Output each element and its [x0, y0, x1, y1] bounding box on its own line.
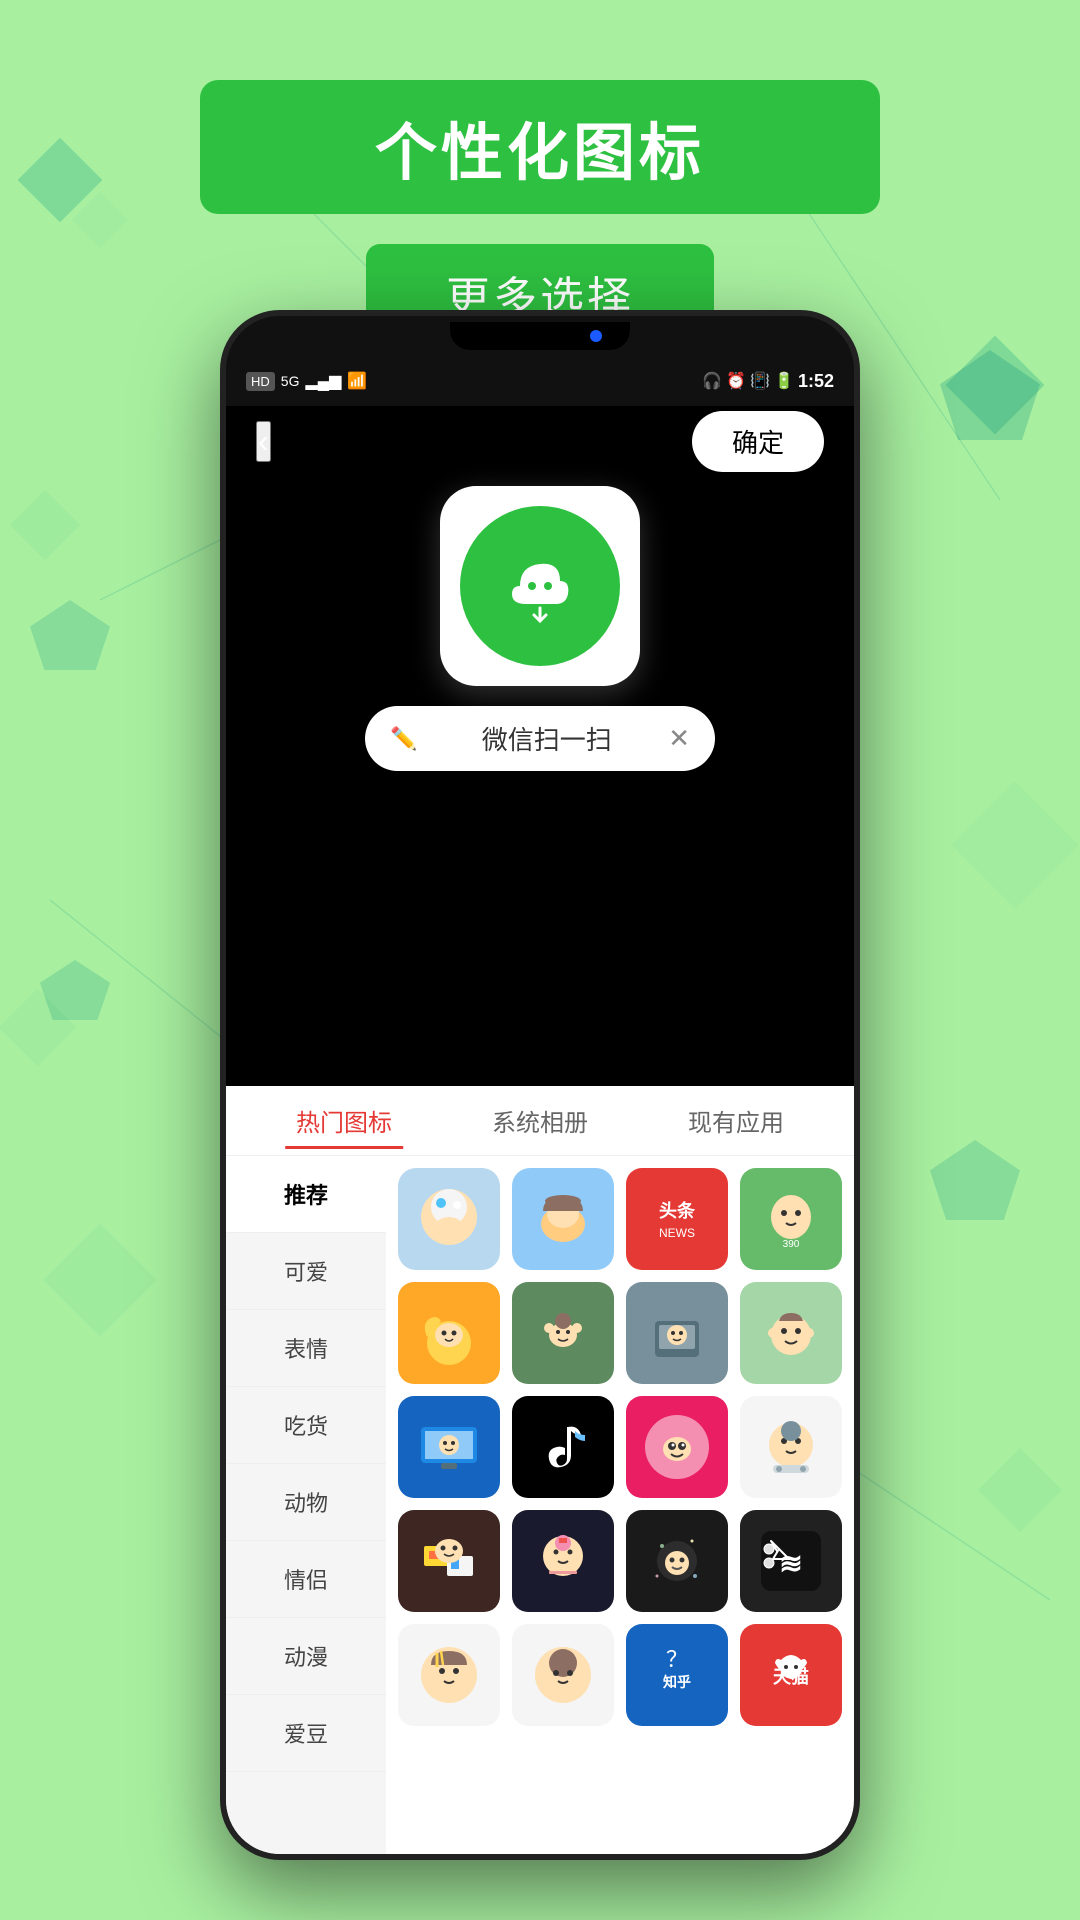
- alarm-icon: ⏰: [726, 371, 746, 391]
- clear-icon[interactable]: ✕: [668, 723, 690, 754]
- category-cute[interactable]: 可爱: [226, 1233, 386, 1310]
- edit-icon: ✏️: [390, 726, 417, 752]
- network-icon: 5G: [281, 373, 300, 389]
- svg-text:头条: 头条: [659, 1200, 696, 1221]
- category-animal[interactable]: 动物: [226, 1464, 386, 1541]
- phone-notch: [450, 322, 630, 350]
- icon-cell-18[interactable]: [512, 1624, 614, 1726]
- tab-existing-apps[interactable]: 现有应用: [638, 1093, 834, 1148]
- tabs-row: 热门图标 系统相册 现有应用: [226, 1086, 854, 1156]
- time-display: 1:52: [798, 371, 834, 392]
- wechat-scan-icon: [490, 536, 590, 636]
- icon-cell-4[interactable]: 390: [740, 1168, 842, 1270]
- svg-text:知乎: 知乎: [663, 1674, 691, 1690]
- category-idol[interactable]: 爱豆: [226, 1695, 386, 1772]
- icon-cell-1[interactable]: [398, 1168, 500, 1270]
- app-area: ‹ 确定 ✏️ 微信扫一扫 ✕: [226, 406, 854, 1086]
- icon-cell-11[interactable]: [626, 1396, 728, 1498]
- icon-cell-14[interactable]: [512, 1510, 614, 1612]
- headphone-icon: 🎧: [702, 371, 722, 391]
- title-banner: 个性化图标: [200, 80, 880, 214]
- icon-cell-7[interactable]: [626, 1282, 728, 1384]
- icon-cell-8[interactable]: [740, 1282, 842, 1384]
- hd-badge: HD: [246, 372, 275, 391]
- category-couple[interactable]: 情侣: [226, 1541, 386, 1618]
- icon-cell-17[interactable]: [398, 1624, 500, 1726]
- icons-grid: 头条 NEWS 390: [386, 1156, 854, 1854]
- battery-icon: 🔋: [774, 371, 794, 391]
- icon-cell-2[interactable]: [512, 1168, 614, 1270]
- app-icon-display: [440, 486, 640, 686]
- svg-text:NEWS: NEWS: [659, 1226, 695, 1240]
- header-section: 个性化图标 更多选择: [0, 80, 1080, 344]
- nav-bar: ‹ 确定: [226, 406, 854, 476]
- category-emoji[interactable]: 表情: [226, 1310, 386, 1387]
- phone-camera: [590, 330, 602, 342]
- confirm-button[interactable]: 确定: [692, 411, 824, 472]
- tab-hot-icons[interactable]: 热门图标: [246, 1093, 442, 1148]
- category-sidebar: 推荐 可爱 表情 吃货 动物 情侣 动漫: [226, 1156, 386, 1854]
- app-name-text: 微信扫一扫: [482, 720, 612, 757]
- svg-text:？: ？: [666, 1647, 688, 1672]
- wifi-icon: 📶: [347, 371, 367, 391]
- icon-cell-10[interactable]: [512, 1396, 614, 1498]
- app-icon-inner: [460, 506, 620, 666]
- app-name-bar: ✏️ 微信扫一扫 ✕: [365, 706, 715, 771]
- icon-cell-3[interactable]: 头条 NEWS: [626, 1168, 728, 1270]
- icon-cell-5[interactable]: [398, 1282, 500, 1384]
- vibrate-icon: 📳: [750, 371, 770, 391]
- svg-text:390: 390: [783, 1239, 800, 1250]
- selector-content: 推荐 可爱 表情 吃货 动物 情侣 动漫: [226, 1156, 854, 1854]
- icon-cell-16[interactable]: ≋: [740, 1510, 842, 1612]
- icon-cell-13[interactable]: [398, 1510, 500, 1612]
- icon-cell-12[interactable]: [740, 1396, 842, 1498]
- category-recommend[interactable]: 推荐: [226, 1156, 386, 1233]
- status-left: HD 5G ▂▄▆ 📶: [246, 371, 367, 391]
- category-food[interactable]: 吃货: [226, 1387, 386, 1464]
- page-title: 个性化图标: [375, 119, 705, 188]
- status-bar: HD 5G ▂▄▆ 📶 🎧 ⏰ 📳 🔋 1:52: [226, 356, 854, 406]
- category-anime[interactable]: 动漫: [226, 1618, 386, 1695]
- icon-cell-9[interactable]: [398, 1396, 500, 1498]
- icon-cell-15[interactable]: [626, 1510, 728, 1612]
- signal-icon: ▂▄▆: [305, 371, 341, 391]
- icon-cell-19[interactable]: 知乎 ？: [626, 1624, 728, 1726]
- icon-cell-6[interactable]: [512, 1282, 614, 1384]
- back-button[interactable]: ‹: [256, 421, 271, 462]
- status-right: 🎧 ⏰ 📳 🔋 1:52: [702, 371, 834, 392]
- phone-top: [226, 316, 854, 356]
- phone-mockup: HD 5G ▂▄▆ 📶 🎧 ⏰ 📳 🔋 1:52 ‹ 确定: [220, 310, 860, 1860]
- tab-system-album[interactable]: 系统相册: [442, 1093, 638, 1148]
- icon-selector: 热门图标 系统相册 现有应用 推荐 可爱 表情: [226, 1086, 854, 1854]
- icon-cell-20[interactable]: 天猫: [740, 1624, 842, 1726]
